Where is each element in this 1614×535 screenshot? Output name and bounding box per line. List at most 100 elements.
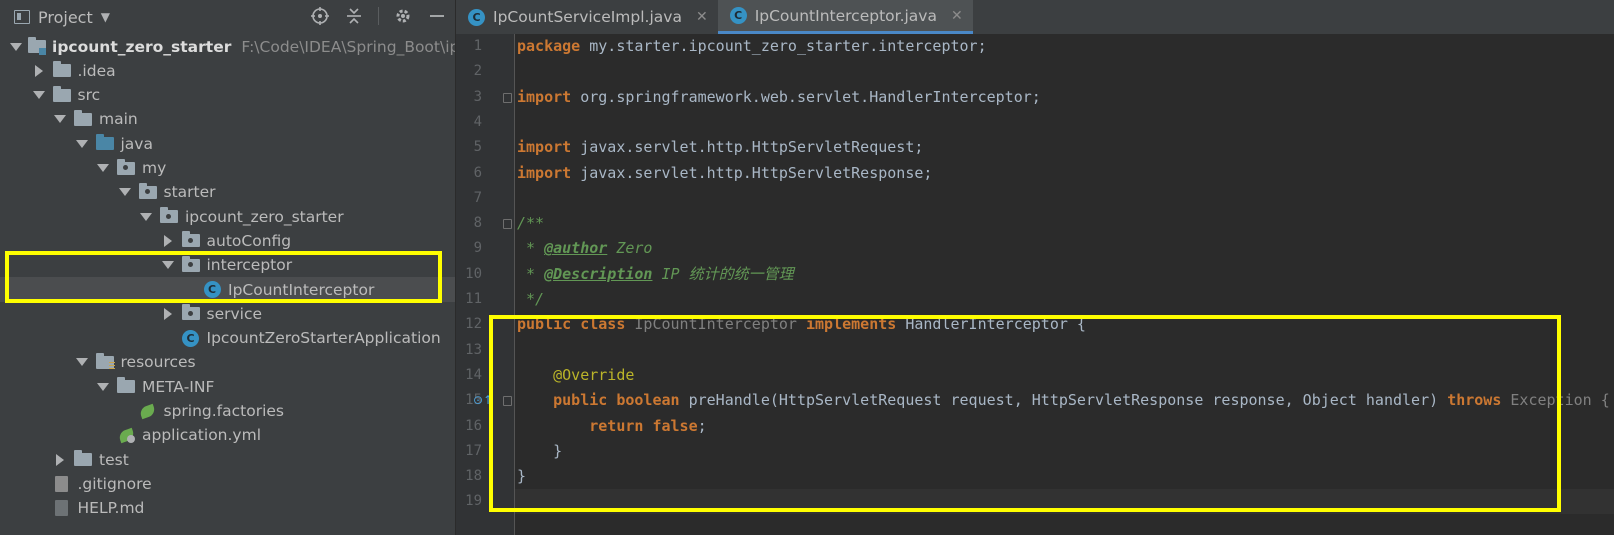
chevron-right-icon[interactable] (53, 453, 67, 467)
chevron-down-icon[interactable] (118, 185, 132, 199)
tree-item-starter[interactable]: starter (0, 180, 455, 205)
code-line[interactable]: */ (517, 287, 544, 312)
tree-item-label: .gitignore (77, 474, 152, 493)
package-icon (181, 304, 201, 322)
tree-item-application-yml[interactable]: application.yml (0, 423, 455, 448)
code-line[interactable]: import org.springframework.web.servlet.H… (517, 85, 1041, 110)
line-number[interactable]: 7 (456, 186, 482, 211)
code-line[interactable]: package my.starter.ipcount_zero_starter.… (517, 34, 987, 59)
line-number[interactable]: 5 (456, 135, 482, 160)
package-icon (138, 182, 158, 200)
line-number[interactable]: 2 (456, 59, 482, 84)
line-number[interactable]: 8 (456, 211, 482, 236)
chevron-down-icon: ▼ (100, 10, 110, 24)
tree-item-label: application.yml (142, 426, 262, 445)
current-line-highlight (515, 489, 1614, 515)
tree-item-interceptor[interactable]: interceptor (0, 253, 455, 278)
tree-item-test[interactable]: test (0, 447, 455, 472)
project-panel: Project ▼ ipcount_zero_starter F:\Code\ID… (0, 0, 456, 535)
code-line[interactable]: import javax.servlet.http.HttpServletReq… (517, 135, 923, 160)
line-number[interactable]: 17 (456, 439, 482, 464)
tree-item-label: spring.factories (163, 402, 285, 420)
collapse-all-icon[interactable] (344, 6, 364, 26)
line-number[interactable]: 6 (456, 161, 482, 186)
chevron-down-icon[interactable] (96, 161, 110, 175)
tree-item-ipcount-zero-starter[interactable]: ipcount_zero_starter (0, 204, 455, 229)
folder-icon (116, 377, 136, 395)
tree-item-meta-inf[interactable]: META-INF (0, 374, 455, 399)
tree-item-my[interactable]: my (0, 156, 455, 181)
tree-item-resources[interactable]: resources (0, 350, 455, 375)
chevron-down-icon[interactable] (75, 137, 89, 151)
tree-item--gitignore[interactable]: .gitignore (0, 471, 455, 496)
code-line[interactable]: } (517, 464, 526, 489)
code-line[interactable]: * @author Zero (517, 236, 652, 261)
tree-item-ipcountinterceptor[interactable]: C IpCountInterceptor (0, 277, 455, 302)
chevron-down-icon[interactable] (75, 355, 89, 369)
chevron-right-icon[interactable] (161, 307, 175, 321)
tree-item-autoconfig[interactable]: autoConfig (0, 228, 455, 253)
code-line[interactable]: public boolean preHandle(HttpServletRequ… (517, 388, 1610, 413)
class-icon: C (729, 7, 747, 24)
chevron-down-icon[interactable] (96, 380, 110, 394)
chevron-down-icon[interactable] (161, 258, 175, 272)
fold-marker-icon[interactable] (503, 92, 512, 103)
code-line[interactable]: public class IpCountInterceptor implemen… (517, 312, 1086, 337)
line-number[interactable]: 16 (456, 414, 482, 439)
gear-icon[interactable] (393, 6, 413, 26)
line-number[interactable]: 3 (456, 85, 482, 110)
line-number[interactable]: 4 (456, 110, 482, 135)
override-marker-icon[interactable]: ⊙↑ (473, 393, 493, 407)
tab-ipcountserviceimpl[interactable]: C IpCountServiceImpl.java ✕ (456, 0, 718, 34)
tree-item-ipcount-zero-starter[interactable]: ipcount_zero_starter F:\Code\IDEA\Spring_… (0, 34, 455, 59)
module-folder-icon (28, 37, 46, 55)
tree-item-main[interactable]: main (0, 107, 455, 132)
code-line[interactable]: @Override (517, 363, 634, 388)
tab-ipcountinterceptor[interactable]: C IpCountInterceptor.java ✕ (717, 0, 973, 34)
package-icon (181, 255, 201, 273)
tree-item-service[interactable]: service (0, 301, 455, 326)
close-icon[interactable]: ✕ (696, 9, 708, 25)
code-line[interactable]: } (517, 439, 562, 464)
tree-item--idea[interactable]: .idea (0, 58, 455, 83)
tree-item-spring-factories[interactable]: spring.factories (0, 399, 455, 424)
line-number[interactable]: 14 (456, 363, 482, 388)
tree-item-help-md[interactable]: HELP.md (0, 496, 455, 521)
chevron-down-icon[interactable] (32, 88, 46, 102)
chevron-right-icon[interactable] (32, 64, 46, 78)
tree-item-src[interactable]: src (0, 83, 455, 108)
chevron-down-icon[interactable] (139, 210, 153, 224)
code-line[interactable]: * @Description IP 统计的统一管理 (517, 262, 794, 287)
resources-folder-icon (95, 352, 115, 371)
code-line[interactable]: return false; (517, 414, 706, 439)
line-number[interactable]: 13 (456, 338, 482, 363)
fold-marker-icon[interactable] (503, 219, 512, 230)
fold-marker-icon[interactable] (503, 396, 512, 407)
tree-item-label: resources (120, 353, 196, 372)
project-view-selector[interactable]: Project ▼ (14, 8, 110, 27)
locate-target-icon[interactable] (310, 6, 330, 26)
line-number[interactable]: 10 (456, 262, 482, 287)
line-number[interactable]: 9 (456, 236, 482, 261)
chevron-down-icon[interactable] (53, 112, 67, 126)
tree-item-label: my (142, 159, 167, 177)
line-number[interactable]: 12 (456, 312, 482, 337)
line-number[interactable]: 19 (456, 489, 482, 514)
tree-item-label: HELP.md (77, 499, 145, 518)
tree-item-java[interactable]: java (0, 131, 455, 156)
tree-item-ipcountzerostarterapplication[interactable]: C IpcountZeroStarterApplication (0, 326, 455, 351)
chevron-down-icon[interactable] (10, 40, 22, 54)
file-icon (52, 475, 72, 492)
line-number[interactable]: 11 (456, 287, 482, 312)
line-number[interactable]: 1 (456, 34, 482, 59)
minimize-icon[interactable] (427, 6, 447, 26)
close-icon[interactable]: ✕ (951, 8, 963, 24)
project-panel-header: Project ▼ (0, 0, 455, 34)
line-number[interactable]: 18 (456, 464, 482, 489)
code-line[interactable]: /** (517, 211, 544, 236)
code-line[interactable]: import javax.servlet.http.HttpServletRes… (517, 161, 932, 186)
code-editor[interactable]: package my.starter.ipcount_zero_starter.… (515, 34, 1614, 535)
tree-item-label: META-INF (142, 377, 215, 396)
module-path: F:\Code\IDEA\Spring_Boot\ipcou (241, 37, 455, 56)
chevron-right-icon[interactable] (161, 234, 175, 248)
